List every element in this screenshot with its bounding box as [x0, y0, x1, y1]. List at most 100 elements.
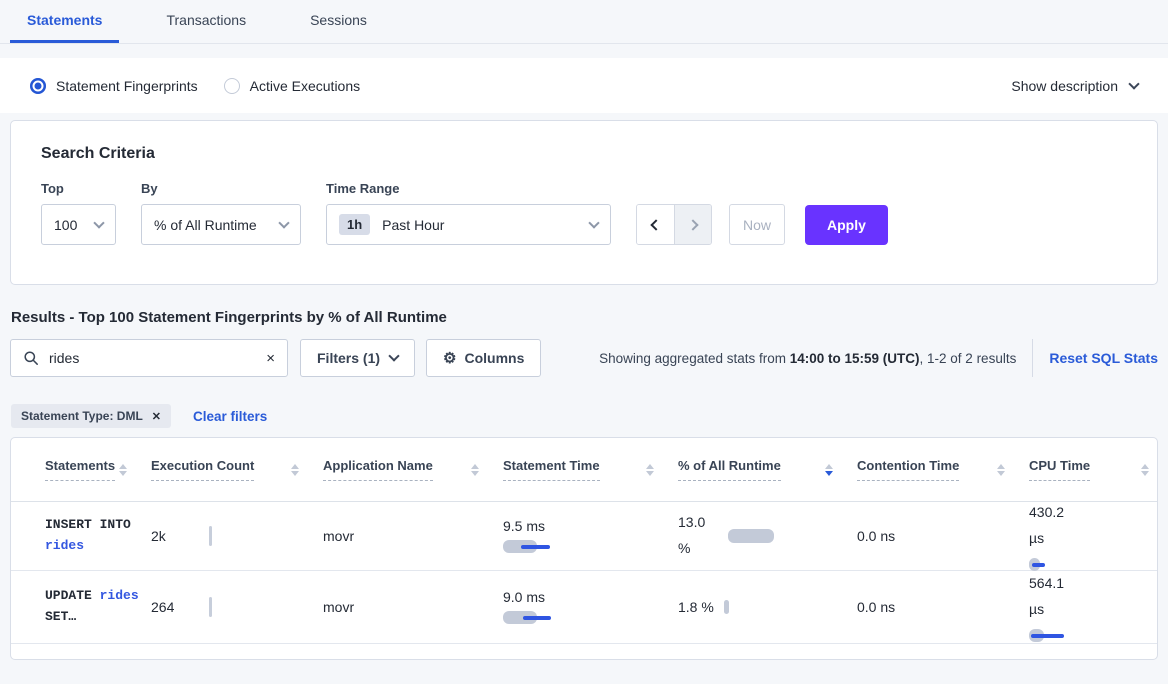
stats-suffix: , 1-2 of 2 results	[920, 351, 1017, 366]
search-criteria-card: Search Criteria Top 100 By % of All Runt…	[10, 120, 1158, 285]
column-header-label: Execution Count	[151, 458, 254, 481]
column-header-label: % of All Runtime	[678, 458, 781, 481]
by-label: By	[141, 181, 301, 196]
clear-search-icon[interactable]: ×	[266, 351, 275, 366]
statement-cell: INSERT INTO rides	[11, 515, 151, 557]
radio-label: Active Executions	[250, 78, 361, 94]
cpu-time-value: 564.1 µs	[1029, 571, 1077, 623]
contention-time-cell: 0.0 ns	[857, 599, 1029, 615]
contention-time-value: 0.0 ns	[857, 599, 895, 615]
sort-desc-icon	[825, 464, 833, 476]
stats-prefix: Showing aggregated stats from	[599, 351, 790, 366]
stats-summary: Showing aggregated stats from 14:00 to 1…	[599, 351, 1016, 366]
time-pager	[636, 204, 712, 245]
cpu-time-cell: 564.1 µs	[1029, 571, 1157, 643]
table-row: INSERT INTO rides 2k movr 9.5 ms 13.0 % …	[11, 502, 1157, 571]
statement-link[interactable]: rides	[45, 538, 84, 553]
cpu-time-bar	[1029, 558, 1059, 572]
time-range-value: Past Hour	[382, 217, 444, 233]
chevron-down-icon	[588, 217, 599, 228]
sort-icon	[1141, 464, 1149, 476]
column-header-statement-time[interactable]: Statement Time	[503, 458, 678, 481]
cpu-time-cell: 430.2 µs	[1029, 500, 1157, 572]
prev-time-button[interactable]	[637, 205, 674, 244]
gear-icon: ⚙	[443, 349, 456, 367]
column-header-label: Statement Time	[503, 458, 600, 481]
chevron-right-icon	[687, 219, 698, 230]
time-range-select[interactable]: 1h Past Hour	[326, 204, 611, 245]
column-header-pct-runtime[interactable]: % of All Runtime	[678, 458, 857, 481]
column-header-statements[interactable]: Statements	[11, 458, 151, 481]
view-toggle-bar: Statement Fingerprints Active Executions…	[0, 58, 1168, 113]
chevron-down-icon	[93, 217, 104, 228]
filters-button-label: Filters (1)	[317, 350, 380, 366]
radio-active-executions[interactable]: Active Executions	[224, 78, 361, 94]
by-field: By % of All Runtime	[141, 181, 301, 245]
time-range-label: Time Range	[326, 181, 611, 196]
by-select[interactable]: % of All Runtime	[141, 204, 301, 245]
chevron-left-icon	[650, 219, 661, 230]
chevron-down-icon	[278, 217, 289, 228]
execution-count-cell: 264	[151, 597, 323, 617]
reset-sql-stats-link[interactable]: Reset SQL Stats	[1049, 350, 1158, 366]
tab-statements[interactable]: Statements	[10, 0, 119, 43]
sort-icon	[291, 464, 299, 476]
statement-link[interactable]: rides	[100, 588, 139, 603]
columns-button-label: Columns	[464, 350, 524, 366]
search-input[interactable]	[49, 350, 266, 366]
now-button[interactable]: Now	[729, 204, 785, 245]
contention-time-cell: 0.0 ns	[857, 528, 1029, 544]
application-name-cell: movr	[323, 599, 503, 615]
radio-unselected-icon	[224, 78, 240, 94]
sort-icon	[471, 464, 479, 476]
columns-button[interactable]: ⚙ Columns	[426, 339, 541, 377]
search-criteria-title: Search Criteria	[41, 145, 1127, 163]
chevron-down-icon	[1128, 78, 1139, 89]
statement-time-value: 9.0 ms	[503, 589, 678, 605]
statement-time-cell: 9.0 ms	[503, 589, 678, 625]
results-controls-row: × Filters (1) ⚙ Columns Showing aggregat…	[10, 339, 1158, 377]
vertical-divider	[1032, 339, 1033, 377]
pct-runtime-bar	[724, 600, 729, 614]
tab-transactions[interactable]: Transactions	[149, 0, 263, 43]
tab-sessions[interactable]: Sessions	[293, 0, 384, 43]
column-header-execution-count[interactable]: Execution Count	[151, 458, 323, 481]
pct-runtime-value: 1.8 %	[678, 599, 714, 615]
statement-time-bar	[503, 611, 553, 625]
column-header-label: CPU Time	[1029, 458, 1090, 481]
cpu-time-bar	[1029, 629, 1069, 643]
search-icon	[23, 350, 39, 366]
column-header-label: Statements	[45, 458, 115, 481]
show-description-toggle[interactable]: Show description	[1011, 78, 1138, 94]
next-time-button[interactable]	[674, 205, 711, 244]
top-select[interactable]: 100	[41, 204, 116, 245]
sort-icon	[997, 464, 1005, 476]
radio-selected-icon	[30, 78, 46, 94]
chevron-down-icon	[388, 350, 399, 361]
column-header-cpu-time[interactable]: CPU Time	[1029, 458, 1157, 481]
sql-activity-tabbar: Statements Transactions Sessions	[0, 0, 1168, 44]
time-range-field: Time Range 1h Past Hour	[326, 181, 611, 245]
pct-runtime-bar	[728, 529, 774, 543]
apply-button[interactable]: Apply	[805, 205, 888, 245]
statement-text: INSERT INTO	[45, 517, 131, 532]
filters-button[interactable]: Filters (1)	[300, 339, 415, 377]
application-name-value: movr	[323, 528, 354, 544]
time-range-badge: 1h	[339, 214, 370, 235]
radio-label: Statement Fingerprints	[56, 78, 198, 94]
results-heading: Results - Top 100 Statement Fingerprints…	[11, 309, 1157, 326]
statement-text: UPDATE	[45, 588, 92, 603]
execution-count-bar	[209, 526, 212, 546]
remove-filter-icon[interactable]: ✕	[152, 410, 161, 423]
radio-statement-fingerprints[interactable]: Statement Fingerprints	[30, 78, 198, 94]
sort-icon	[119, 464, 127, 476]
stats-area: Showing aggregated stats from 14:00 to 1…	[599, 339, 1158, 377]
clear-filters-link[interactable]: Clear filters	[193, 409, 267, 424]
execution-count-value: 2k	[151, 528, 185, 544]
column-header-application-name[interactable]: Application Name	[323, 458, 503, 481]
top-select-value: 100	[54, 217, 77, 233]
table-row: UPDATE rides SET… 264 movr 9.0 ms 1.8 % …	[11, 571, 1157, 644]
contention-time-value: 0.0 ns	[857, 528, 895, 544]
top-label: Top	[41, 181, 116, 196]
column-header-contention-time[interactable]: Contention Time	[857, 458, 1029, 481]
